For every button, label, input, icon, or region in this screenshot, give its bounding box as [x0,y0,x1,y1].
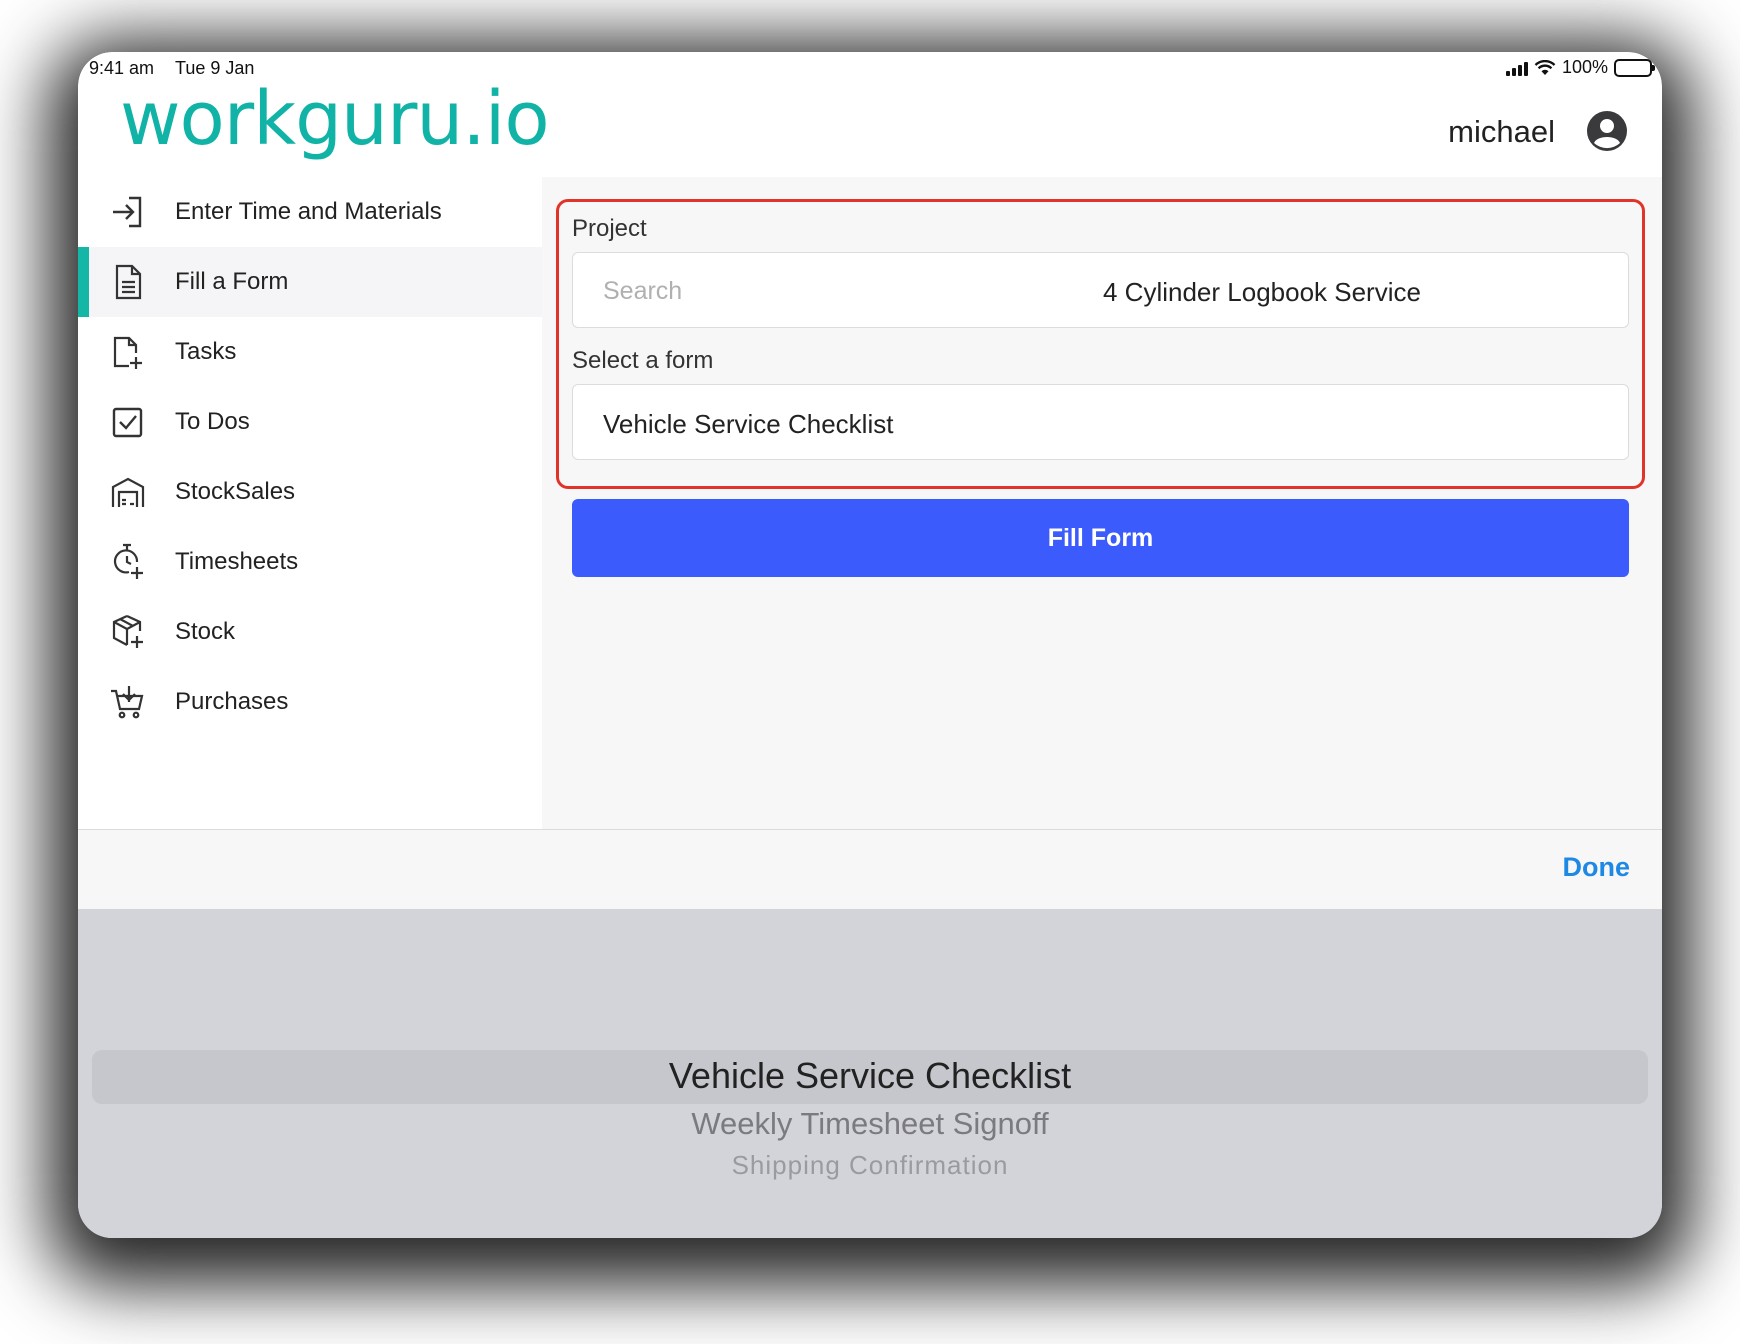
battery-icon [1614,58,1655,77]
screen: 9:41 am Tue 9 Jan 100% workguru.io micha… [78,52,1662,1238]
wifi-icon [1534,59,1556,75]
task-add-icon [108,332,148,372]
form-picker-wheel[interactable]: Vehicle Service Checklist Weekly Timeshe… [78,909,1662,1238]
tablet-device: 9:41 am Tue 9 Jan 100% workguru.io micha… [78,52,1662,1238]
picker-option[interactable]: Shipping Confirmation [78,1150,1662,1181]
sidebar-item-todos[interactable]: To Dos [78,387,542,457]
sidebar-item-purchases[interactable]: Purchases [78,667,542,737]
picker-option-selected[interactable]: Vehicle Service Checklist [78,1055,1662,1097]
project-label: Project [572,215,647,242]
sidebar-item-tasks[interactable]: Tasks [78,317,542,387]
workguru-logo: workguru.io [120,76,550,162]
fill-form-button[interactable]: Fill Form [572,499,1629,577]
sidebar-item-label: StockSales [175,478,296,505]
username[interactable]: michael [1448,114,1555,150]
project-field[interactable]: 4 Cylinder Logbook Service [572,252,1629,328]
sidebar-item-label: To Dos [175,408,250,435]
picker-option[interactable]: Weekly Timesheet Signoff [78,1106,1662,1142]
warehouse-icon [108,472,148,512]
main-content: Project 4 Cylinder Logbook Service Selec… [542,177,1662,829]
status-indicators: 100% [1505,57,1655,78]
sign-in-icon [108,192,148,232]
sidebar-item-label: Fill a Form [175,268,289,295]
sidebar-item-stock[interactable]: Stock [78,597,542,667]
sidebar-item-timesheets[interactable]: Timesheets [78,527,542,597]
sidebar-item-stocksales[interactable]: StockSales [78,457,542,527]
sidebar-item-fill-form[interactable]: Fill a Form [78,247,542,317]
user-avatar-icon[interactable] [1586,110,1628,152]
sidebar-item-label: Timesheets [175,548,299,575]
project-value: 4 Cylinder Logbook Service [1103,277,1421,307]
checkbox-icon [108,402,148,442]
form-label: Select a form [572,347,714,374]
cart-icon [108,682,148,722]
document-icon [108,262,148,302]
form-select-field[interactable]: Vehicle Service Checklist [572,384,1629,460]
sidebar-nav: Enter Time and Materials Fill a Form Tas… [78,177,542,829]
sidebar-item-label: Enter Time and Materials [175,198,442,225]
sidebar-item-enter-time[interactable]: Enter Time and Materials [78,177,542,247]
sidebar-item-label: Stock [175,618,236,645]
battery-percent: 100% [1561,57,1608,77]
done-button[interactable]: Done [1563,852,1631,883]
cellular-signal-icon [1505,60,1528,76]
sidebar-item-label: Tasks [175,338,237,365]
form-select-value: Vehicle Service Checklist [603,409,894,439]
project-search-input[interactable] [603,277,903,306]
sidebar-item-label: Purchases [175,688,289,715]
box-icon [108,612,148,652]
picker-toolbar: Done [78,829,1662,909]
stopwatch-icon [108,542,148,582]
